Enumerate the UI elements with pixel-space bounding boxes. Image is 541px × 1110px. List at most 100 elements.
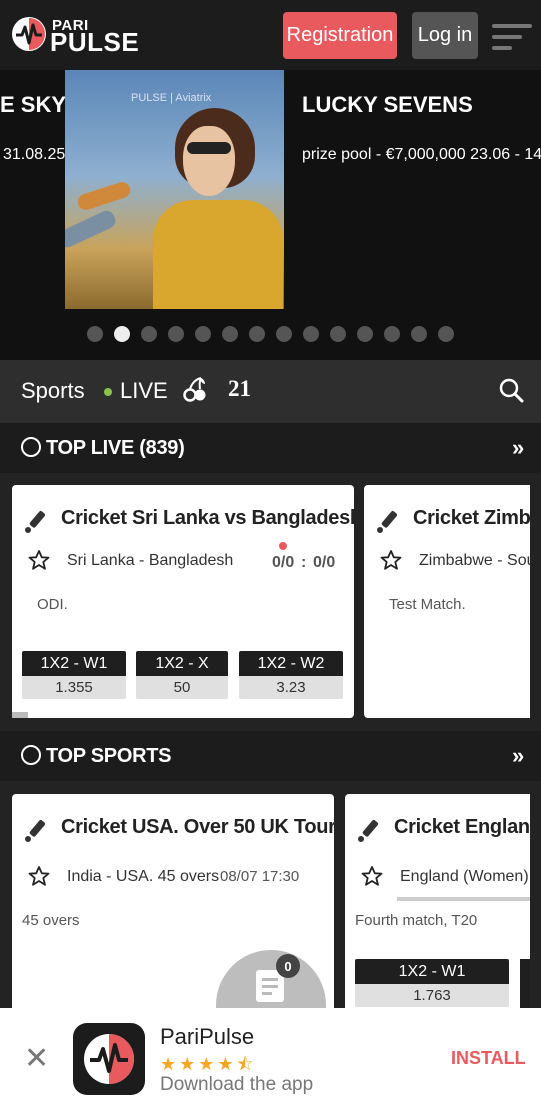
carousel-dot[interactable] xyxy=(411,326,427,342)
image-figure xyxy=(187,142,231,154)
top-sports-header[interactable]: TOP SPORTS » xyxy=(0,731,541,781)
carousel-dot[interactable] xyxy=(303,326,319,342)
event-type: Fourth match, T20 xyxy=(355,912,478,929)
carousel-dot[interactable] xyxy=(384,326,400,342)
score-separator: : xyxy=(301,554,307,571)
favorite-star-icon[interactable] xyxy=(361,865,383,887)
hamburger-menu-icon[interactable] xyxy=(492,24,532,50)
live-indicator-dot xyxy=(104,388,112,396)
plane-shape xyxy=(75,180,133,212)
promo-image-brand: PULSE | Aviatrix xyxy=(131,92,212,104)
sports-nav-bar: Sports LIVE 21 xyxy=(0,360,541,423)
carousel-dots xyxy=(87,326,454,342)
sports-event-card[interactable]: Cricket England England (Women) - I Four… xyxy=(345,794,530,1024)
event-date: 08/07 17:30 xyxy=(220,868,300,885)
top-live-header[interactable]: TOP LIVE (839) » xyxy=(0,423,541,473)
top-header: PARI PULSE Registration Log in xyxy=(0,0,541,70)
promo-carousel[interactable]: E SKY! 31.08.25 PULSE | Aviatrix LUCKY S… xyxy=(0,70,541,360)
promo-right-title: LUCKY SEVENS xyxy=(302,92,473,117)
pari-pulse-logo[interactable]: PARI PULSE xyxy=(12,16,152,57)
app-icon xyxy=(73,1023,145,1095)
app-name: PariPulse xyxy=(160,1024,255,1049)
install-button[interactable]: INSTALL xyxy=(451,1048,526,1069)
live-dot xyxy=(279,542,287,550)
carousel-dot[interactable] xyxy=(168,326,184,342)
carousel-dot[interactable] xyxy=(276,326,292,342)
top-live-title: TOP LIVE (839) xyxy=(46,437,185,459)
cherry-icon[interactable] xyxy=(183,376,207,409)
event-title: Cricket Sri Lanka vs Bangladesh xyxy=(61,507,354,529)
favorite-star-icon[interactable] xyxy=(380,549,402,571)
carousel-dot[interactable] xyxy=(87,326,103,342)
event-teams: India - USA. 45 overs xyxy=(67,868,220,885)
event-title: Cricket USA. Over 50 UK Tour xyxy=(61,816,334,838)
odds-button[interactable]: 1X2 - W1 1.355 xyxy=(22,651,126,701)
soccer-ball-icon xyxy=(21,745,41,765)
promo-image[interactable]: PULSE | Aviatrix xyxy=(65,70,284,309)
odds-button[interactable]: 1X2 - W2 3.23 xyxy=(239,651,343,701)
registration-button[interactable]: Registration xyxy=(283,12,397,59)
odds-label: 1X2 - W1 xyxy=(22,651,126,676)
carousel-dot[interactable] xyxy=(357,326,373,342)
nav-21-games[interactable]: 21 xyxy=(228,376,251,402)
carousel-dot[interactable] xyxy=(141,326,157,342)
chevrons-right-icon[interactable]: » xyxy=(512,743,524,769)
event-teams: Zimbabwe - South xyxy=(419,552,530,569)
odds-button[interactable]: 1X2 - X 50 xyxy=(136,651,228,701)
score-right: 0/0 xyxy=(313,554,336,571)
promo-right-subtitle: prize pool - €7,000,000 23.06 - 14. xyxy=(302,146,541,163)
favorite-star-icon[interactable] xyxy=(28,549,50,571)
nav-live[interactable]: LIVE xyxy=(120,378,168,404)
logo-text-bottom: PULSE xyxy=(50,27,140,57)
top-sports-title: TOP SPORTS xyxy=(46,745,172,767)
carousel-dot[interactable] xyxy=(249,326,265,342)
cricket-bat-icon xyxy=(22,507,50,535)
close-icon[interactable]: ✕ xyxy=(24,1044,49,1074)
chevrons-right-icon[interactable]: » xyxy=(512,435,524,461)
event-type: ODI. xyxy=(37,596,68,613)
carousel-dot[interactable] xyxy=(195,326,211,342)
bet-slip-count: 0 xyxy=(276,954,300,978)
card-scroll-indicator xyxy=(12,712,28,718)
event-title: Cricket England xyxy=(394,816,530,838)
carousel-dot[interactable] xyxy=(438,326,454,342)
odds-value: 3.23 xyxy=(239,676,343,699)
event-title: Cricket Zimbabwe xyxy=(413,507,530,529)
odds-button-partial[interactable] xyxy=(520,959,530,1009)
carousel-dot[interactable] xyxy=(114,326,130,342)
odds-button[interactable]: 1X2 - W1 1.763 xyxy=(355,959,509,1009)
app-logo-mark xyxy=(84,1034,134,1084)
image-figure xyxy=(183,126,235,196)
image-figure xyxy=(153,200,283,309)
carousel-dot[interactable] xyxy=(330,326,346,342)
promo-left-title: E SKY! xyxy=(0,92,74,117)
app-subtitle: Download the app xyxy=(160,1074,314,1095)
odds-label: 1X2 - X xyxy=(136,651,228,676)
cricket-bat-icon xyxy=(374,507,402,535)
login-button[interactable]: Log in xyxy=(412,12,478,59)
live-event-card[interactable]: Cricket Zimbabwe Zimbabwe - South Test M… xyxy=(364,485,530,718)
event-teams: Sri Lanka - Bangladesh xyxy=(67,552,234,569)
odds-value: 1.763 xyxy=(355,984,509,1007)
promo-left-date: 31.08.25 xyxy=(3,146,66,163)
app-install-banner: ✕ PariPulse ★★★★⯪ Download the app INSTA… xyxy=(0,1008,541,1110)
event-teams: England (Women) - I xyxy=(400,868,530,885)
event-type: Test Match. xyxy=(389,596,466,613)
score-left: 0/0 xyxy=(272,554,295,571)
search-icon[interactable] xyxy=(498,377,524,403)
nav-sports[interactable]: Sports xyxy=(21,378,85,404)
card-scroll-indicator xyxy=(397,897,530,901)
event-type: 45 overs xyxy=(22,912,80,929)
plane-shape xyxy=(65,208,118,250)
live-circle-icon xyxy=(21,437,41,457)
odds-label: 1X2 - W1 xyxy=(355,959,509,984)
cricket-bat-icon xyxy=(355,816,383,844)
live-event-card[interactable]: Cricket Sri Lanka vs Bangladesh Sri Lank… xyxy=(12,485,354,718)
cricket-bat-icon xyxy=(22,816,50,844)
odds-label: 1X2 - W2 xyxy=(239,651,343,676)
odds-value: 50 xyxy=(136,676,228,699)
favorite-star-icon[interactable] xyxy=(28,865,50,887)
carousel-dot[interactable] xyxy=(222,326,238,342)
logo-mark-icon xyxy=(12,17,46,51)
odds-value: 1.355 xyxy=(22,676,126,699)
